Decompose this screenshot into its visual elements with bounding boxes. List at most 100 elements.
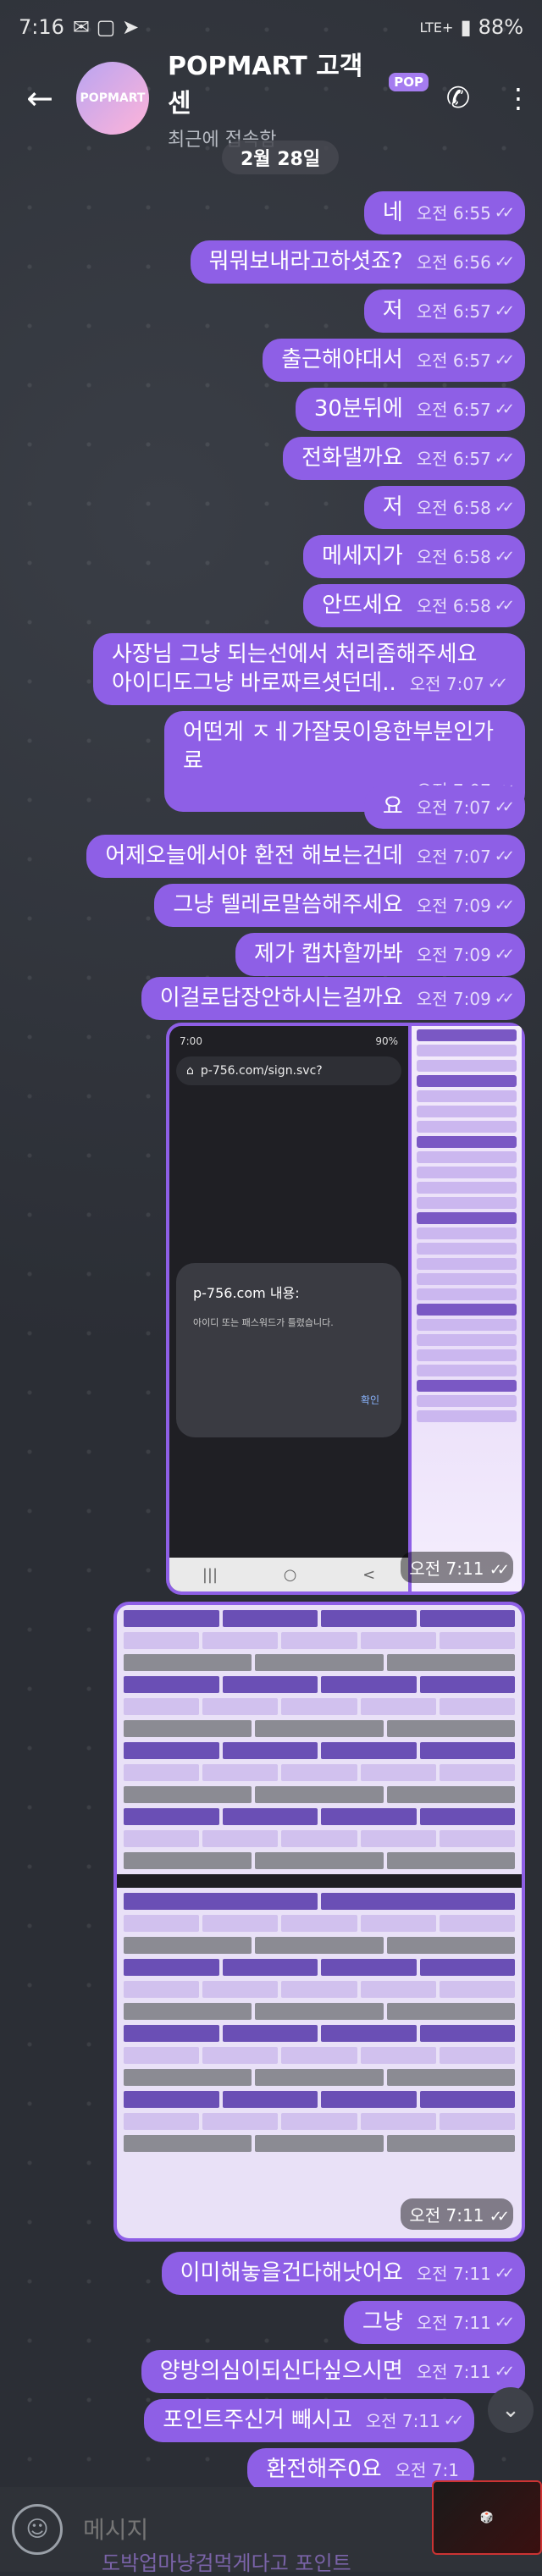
- dialog-title: p-756.com 내용:: [193, 1285, 300, 1301]
- message-bubble[interactable]: 뭐뭐보내라고하셧죠? 오전 6:56 ✓✓: [190, 240, 525, 284]
- message-bubble[interactable]: 사장님 그냥 되는선에서 처리좀해주세요 아이디도그냥 바로짜르셧던데.. 오전 7…: [93, 633, 525, 705]
- image-message[interactable]: 7:00 90% ⌂ p-756.com/sign.svc? p-756.com 내…: [166, 1023, 525, 1595]
- message-text: 안뜨세요: [322, 593, 403, 618]
- message-input[interactable]: [81, 2514, 484, 2545]
- message-time: 오전 7:09: [416, 989, 491, 1009]
- message-bubble[interactable]: 요 오전 7:07 ✓✓: [363, 786, 525, 829]
- read-ticks-icon: ✓✓: [494, 2363, 515, 2380]
- message-bubble[interactable]: 제가 캡차할까봐 오전 7:09 ✓✓: [235, 933, 525, 976]
- message-bubble[interactable]: 전화댈까요 오전 6:57 ✓✓: [283, 437, 525, 480]
- status-time: 7:16: [19, 15, 64, 39]
- signal-icon: ▮: [460, 15, 472, 39]
- message-text: 출근해야대서: [281, 347, 403, 372]
- message-time: 오전 6:55: [416, 203, 491, 223]
- read-ticks-icon: ✓✓: [494, 204, 515, 222]
- battery-level: 88%: [478, 15, 523, 39]
- message-time: 오전 7:07: [416, 797, 491, 818]
- shot-time: 7:00: [180, 1035, 202, 1047]
- message-bubble[interactable]: 저 오전 6:57 ✓✓: [363, 290, 525, 333]
- message-bubble[interactable]: 안뜨세요 오전 6:58 ✓✓: [303, 584, 525, 627]
- message-bubble[interactable]: 포인트주신거 빼시고 오전 7:11 ✓✓: [144, 2399, 474, 2442]
- message-time: 오전 6:58: [416, 596, 491, 616]
- message-time: 오전 6:57: [416, 400, 491, 420]
- read-ticks-icon: ✓✓: [494, 798, 515, 816]
- home-icon: ⌂: [186, 1064, 194, 1078]
- message-time: 오전 6:58: [416, 498, 491, 518]
- message-text: 어제오늘에서야 환전 해보는건데: [105, 843, 403, 869]
- message-bubble[interactable]: 네 오전 6:55 ✓✓: [363, 191, 525, 234]
- scroll-down-icon[interactable]: ⌄: [488, 2387, 534, 2433]
- read-ticks-icon: ✓✓: [494, 2314, 515, 2331]
- notification-icon: ✉ ▢ ➤: [72, 15, 140, 39]
- message-bubble[interactable]: 그냥 텔레로말씀해주세요 오전 7:09 ✓✓: [154, 884, 525, 927]
- network-icon: LTE+: [419, 19, 454, 36]
- avatar-text: POPMART: [80, 91, 146, 105]
- message-bubble[interactable]: 이미해놓을건다해낫어요 오전 7:11 ✓✓: [161, 2252, 525, 2295]
- emoji-icon[interactable]: ☺: [12, 2504, 63, 2555]
- message-text: 전화댈까요: [301, 445, 403, 471]
- read-ticks-icon: ✓✓: [494, 896, 515, 914]
- message-bubble[interactable]: 저 오전 6:58 ✓✓: [363, 486, 525, 529]
- message-bubble[interactable]: 양방의심이되신다싶으시면 오전 7:11 ✓✓: [141, 2350, 525, 2393]
- dialog-body: 아이디 또는 패스워드가 틀렸습니다.: [193, 1317, 334, 1328]
- screenshot-table: [117, 1605, 522, 2238]
- message-text: 포인트주신거 빼시고: [163, 2408, 352, 2433]
- read-ticks-icon: ✓✓: [494, 351, 515, 369]
- avatar[interactable]: POPMART: [76, 62, 149, 135]
- read-ticks-icon: ✓✓: [489, 1561, 510, 1579]
- message-bubble[interactable]: 30분뒤에 오전 6:57 ✓✓: [295, 388, 525, 431]
- shot-battery: 90%: [375, 1035, 398, 1047]
- message-text: 네: [382, 200, 403, 225]
- message-text: 어떤게 ㅈㅔ가잘못이용한부분인가료: [183, 720, 495, 774]
- message-bubble[interactable]: 이걸로답장안하시는걸까요 오전 7:09 ✓✓: [141, 977, 525, 1020]
- image-message[interactable]: 오전 7:11 ✓✓: [113, 1602, 525, 2242]
- message-text: 사장님 그냥 되는선에서 처리좀해주세요: [112, 642, 478, 667]
- message-time: 오전 6:57: [416, 350, 491, 371]
- message-text: 요: [382, 794, 403, 819]
- read-ticks-icon: ✓✓: [494, 548, 515, 565]
- message-text: 뭐뭐보내라고하셧죠?: [208, 249, 403, 274]
- message-time: 오전 7:07: [409, 674, 484, 694]
- read-ticks-icon: ✓✓: [494, 400, 515, 418]
- read-ticks-icon: ✓✓: [443, 2412, 464, 2430]
- message-text: 그냥 텔레로말씀해주세요: [173, 892, 403, 918]
- phone-icon[interactable]: ✆: [429, 69, 488, 128]
- message-text: 메세지가: [322, 543, 403, 569]
- shot-url: p-756.com/sign.svc?: [200, 1064, 323, 1078]
- date-separator: 2월 28일: [222, 141, 340, 174]
- read-ticks-icon: ✓✓: [494, 302, 515, 320]
- message-time: 오전 6:57: [416, 449, 491, 469]
- pop-badge: POP: [389, 73, 429, 91]
- chat-title-area[interactable]: POPMART 고객센 POP 최근에 접속함: [168, 45, 429, 152]
- message-time: 오전 6:56: [416, 252, 491, 273]
- read-ticks-icon: ✓✓: [487, 675, 508, 692]
- message-bubble[interactable]: 출근해야대서 오전 6:57 ✓✓: [263, 339, 525, 382]
- message-time: 오전 7:09: [416, 896, 491, 916]
- message-text: 그냥: [362, 2309, 403, 2335]
- message-time: 오전 7:11: [365, 2411, 440, 2431]
- shot-url-bar: ⌂ p-756.com/sign.svc?: [176, 1056, 401, 1085]
- message-time: 오전 7:11: [416, 2362, 491, 2382]
- read-ticks-icon: ✓✓: [489, 2208, 510, 2226]
- more-vert-icon[interactable]: ⋮: [501, 69, 535, 128]
- message-time: 오전 7:07: [416, 847, 491, 867]
- screenshot-browser: 7:00 90% ⌂ p-756.com/sign.svc? p-756.com 내…: [169, 1026, 408, 1591]
- message-bubble[interactable]: 그냥 오전 7:11 ✓✓: [343, 2301, 525, 2344]
- message-text: 양방의심이되신다싶으시면: [159, 2358, 403, 2384]
- screenshot-site: [412, 1026, 522, 1591]
- message-text: 저: [382, 494, 403, 520]
- message-text: 이미해놓을건다해낫어요: [180, 2260, 403, 2286]
- message-time: 오전 6:57: [416, 301, 491, 322]
- read-ticks-icon: ✓✓: [494, 2264, 515, 2282]
- message-text: 제가 캡차할까봐: [254, 941, 403, 967]
- read-ticks-icon: ✓✓: [494, 946, 515, 963]
- read-ticks-icon: ✓✓: [494, 499, 515, 516]
- message-time: 오전 7:11: [416, 2313, 491, 2333]
- message-text: 이걸로답장안하시는걸까요: [159, 985, 403, 1011]
- message-bubble[interactable]: 어제오늘에서야 환전 해보는건데 오전 7:07 ✓✓: [86, 835, 525, 878]
- message-text: 30분뒤에: [313, 396, 403, 422]
- message-text: 저: [382, 298, 403, 323]
- message-bubble[interactable]: 메세지가 오전 6:58 ✓✓: [303, 535, 525, 578]
- image-time-text: 오전 7:11: [409, 2205, 484, 2226]
- back-arrow-icon[interactable]: ←: [10, 69, 69, 128]
